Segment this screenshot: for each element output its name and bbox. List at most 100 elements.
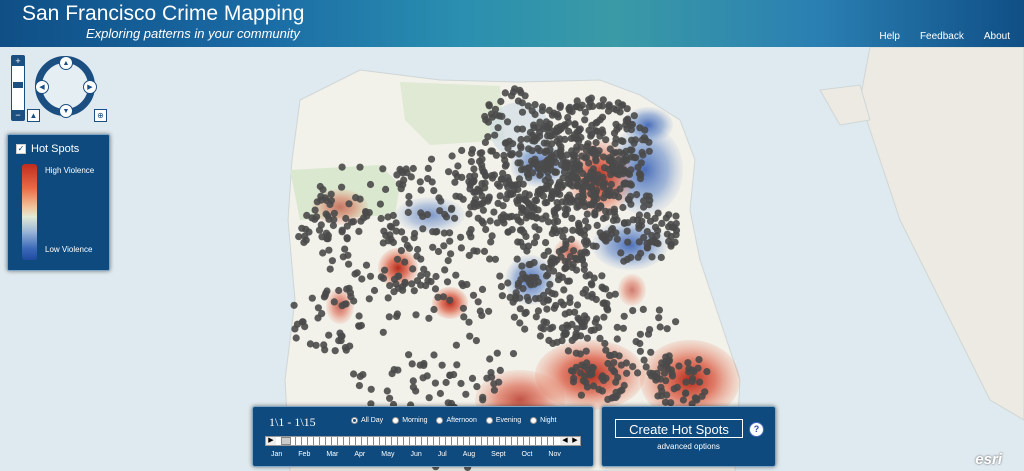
crime-point[interactable] <box>446 237 454 245</box>
crime-point[interactable] <box>488 113 496 121</box>
crime-point[interactable] <box>420 361 428 369</box>
crime-point[interactable] <box>469 291 478 299</box>
crime-point[interactable] <box>684 359 692 367</box>
crime-point[interactable] <box>393 255 402 263</box>
crime-point[interactable] <box>306 340 314 348</box>
crime-point[interactable] <box>503 118 512 126</box>
crime-point[interactable] <box>516 226 525 234</box>
crime-point[interactable] <box>478 311 486 320</box>
crime-point[interactable] <box>343 222 351 230</box>
crime-point[interactable] <box>338 332 346 340</box>
crime-point[interactable] <box>583 237 591 245</box>
crime-point[interactable] <box>321 346 329 354</box>
crime-point[interactable] <box>436 389 444 398</box>
crime-point[interactable] <box>448 152 456 160</box>
about-link[interactable]: About <box>984 31 1010 42</box>
crime-point[interactable] <box>576 125 584 133</box>
crime-point[interactable] <box>430 305 438 314</box>
crime-point[interactable] <box>478 149 486 157</box>
crime-point[interactable] <box>317 192 325 200</box>
crime-point[interactable] <box>636 330 645 338</box>
crime-point[interactable] <box>631 136 640 144</box>
crime-point[interactable] <box>610 192 618 200</box>
crime-point[interactable] <box>582 176 591 184</box>
crime-point[interactable] <box>589 165 598 173</box>
option-morning[interactable]: Morning <box>392 417 427 424</box>
crime-point[interactable] <box>581 312 589 320</box>
crime-point[interactable] <box>409 164 417 173</box>
crime-point[interactable] <box>325 215 333 223</box>
crime-point[interactable] <box>335 286 343 295</box>
crime-point[interactable] <box>410 287 418 295</box>
crime-point[interactable] <box>569 378 578 386</box>
crime-point[interactable] <box>610 208 619 216</box>
crime-point[interactable] <box>595 102 604 110</box>
crime-point[interactable] <box>397 247 405 255</box>
crime-point[interactable] <box>571 120 579 128</box>
crime-point[interactable] <box>507 151 516 159</box>
crime-point[interactable] <box>326 265 334 273</box>
crime-point[interactable] <box>467 158 475 166</box>
crime-point[interactable] <box>490 171 498 179</box>
crime-point[interactable] <box>519 204 527 213</box>
crime-point[interactable] <box>564 347 573 355</box>
crime-point[interactable] <box>531 196 539 205</box>
crime-point[interactable] <box>577 391 586 399</box>
crime-point[interactable] <box>573 301 582 309</box>
crime-point[interactable] <box>453 361 461 369</box>
crime-point[interactable] <box>696 378 704 386</box>
crime-point[interactable] <box>425 394 433 402</box>
crime-point[interactable] <box>624 195 633 203</box>
crime-point[interactable] <box>542 239 550 247</box>
play-icon[interactable]: ▶ <box>266 437 276 445</box>
crime-point[interactable] <box>619 324 628 332</box>
crime-point[interactable] <box>668 372 677 380</box>
crime-point[interactable] <box>454 162 462 170</box>
crime-point[interactable] <box>540 139 548 147</box>
crime-point[interactable] <box>338 228 346 236</box>
crime-point[interactable] <box>624 238 632 246</box>
crime-point[interactable] <box>584 223 592 231</box>
crime-point[interactable] <box>540 251 548 260</box>
crime-point[interactable] <box>523 135 531 143</box>
crime-point[interactable] <box>573 175 582 183</box>
crime-point[interactable] <box>630 153 638 161</box>
crime-point[interactable] <box>441 266 449 274</box>
zoom-out-button[interactable]: − <box>12 110 24 120</box>
crime-point[interactable] <box>613 235 621 243</box>
crime-point[interactable] <box>667 240 675 248</box>
crime-point[interactable] <box>408 360 416 368</box>
crime-point[interactable] <box>545 336 553 344</box>
crime-point[interactable] <box>538 103 547 111</box>
crime-point[interactable] <box>500 151 508 160</box>
crime-point[interactable] <box>524 102 532 110</box>
crime-point[interactable] <box>543 305 551 313</box>
crime-point[interactable] <box>623 369 631 377</box>
crime-point[interactable] <box>424 164 432 172</box>
crime-point[interactable] <box>620 257 628 265</box>
crime-point[interactable] <box>472 337 480 345</box>
crime-point[interactable] <box>572 330 580 338</box>
crime-point[interactable] <box>466 332 474 340</box>
crime-point[interactable] <box>405 351 413 359</box>
crime-point[interactable] <box>516 319 524 327</box>
crime-point[interactable] <box>604 187 612 195</box>
crime-point[interactable] <box>546 280 554 288</box>
crime-point[interactable] <box>605 154 614 162</box>
crime-point[interactable] <box>493 349 501 357</box>
crime-point[interactable] <box>514 199 522 207</box>
crime-point[interactable] <box>496 272 504 280</box>
pan-right-icon[interactable]: ▶ <box>83 80 97 94</box>
crime-point[interactable] <box>524 170 532 178</box>
crime-point[interactable] <box>528 147 536 155</box>
crime-point[interactable] <box>516 305 524 313</box>
crime-point[interactable] <box>545 124 553 132</box>
crime-point[interactable] <box>550 130 558 139</box>
crime-point[interactable] <box>442 378 450 387</box>
crime-point[interactable] <box>656 323 664 331</box>
crime-point[interactable] <box>523 293 531 301</box>
crime-point[interactable] <box>569 260 577 269</box>
crime-point[interactable] <box>452 192 460 200</box>
crime-point[interactable] <box>362 261 371 269</box>
crime-point[interactable] <box>328 257 336 265</box>
